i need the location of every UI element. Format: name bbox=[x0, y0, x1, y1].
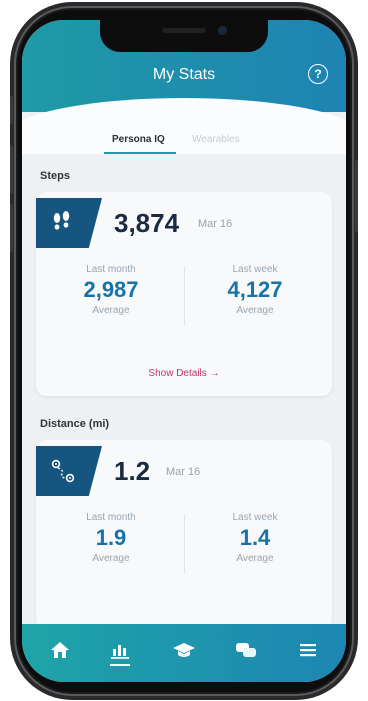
camera-dot bbox=[218, 26, 227, 35]
tab-bar: Persona IQ Wearables bbox=[22, 130, 346, 154]
side-button bbox=[10, 146, 13, 194]
distance-section-label: Distance (mi) bbox=[40, 418, 110, 430]
steps-value: 3,874 bbox=[114, 208, 180, 238]
menu-icon[interactable] bbox=[294, 638, 322, 662]
side-button bbox=[10, 204, 13, 252]
side-button bbox=[355, 160, 358, 232]
footprints-icon bbox=[53, 211, 70, 230]
steps-date: Mar 16 bbox=[198, 218, 233, 230]
avg-label: Last month bbox=[86, 264, 136, 275]
tab-persona-iq[interactable]: Persona IQ bbox=[112, 134, 165, 145]
home-icon[interactable] bbox=[46, 638, 74, 662]
distance-value: 1.2 bbox=[114, 456, 151, 486]
steps-badge bbox=[36, 198, 102, 248]
chat-icon[interactable] bbox=[232, 638, 260, 662]
phone-notch bbox=[100, 20, 268, 52]
avg-label: Last month bbox=[86, 512, 136, 523]
side-button bbox=[10, 96, 13, 124]
avg-sub: Average bbox=[92, 553, 130, 564]
avg-sub: Average bbox=[236, 305, 274, 316]
tab-wearables[interactable]: Wearables bbox=[192, 134, 240, 145]
show-details-link[interactable]: Show Details → bbox=[36, 368, 332, 379]
page-title: My Stats bbox=[152, 66, 216, 83]
avg-value: 1.4 bbox=[239, 525, 271, 550]
avg-sub: Average bbox=[92, 305, 130, 316]
route-icon bbox=[51, 459, 75, 483]
avg-value: 2,987 bbox=[83, 277, 139, 302]
distance-date: Mar 16 bbox=[166, 466, 201, 478]
distance-badge bbox=[36, 446, 102, 496]
steps-last-month: Last month 2,987 Average bbox=[56, 254, 166, 334]
avg-sub: Average bbox=[236, 553, 274, 564]
distance-card: 1.2 Mar 16 Last month 1.9 Average Last w… bbox=[36, 440, 332, 630]
active-nav-indicator bbox=[110, 664, 130, 666]
avg-divider bbox=[184, 514, 185, 574]
steps-card: 3,874 Mar 16 Last month 2,987 Average La… bbox=[36, 192, 332, 396]
bottom-nav bbox=[22, 624, 346, 682]
steps-section-label: Steps bbox=[40, 170, 70, 182]
avg-label: Last week bbox=[232, 264, 278, 275]
speaker-grill bbox=[162, 28, 206, 33]
stats-icon[interactable] bbox=[106, 638, 134, 662]
avg-value: 4,127 bbox=[227, 277, 283, 302]
help-icon[interactable]: ? bbox=[308, 64, 328, 84]
distance-last-week: Last week 1.4 Average bbox=[200, 502, 310, 582]
education-icon[interactable] bbox=[170, 638, 198, 662]
steps-last-week: Last week 4,127 Average bbox=[200, 254, 310, 334]
avg-value: 1.9 bbox=[95, 525, 127, 550]
avg-label: Last week bbox=[232, 512, 278, 523]
avg-divider bbox=[184, 266, 185, 326]
distance-last-month: Last month 1.9 Average bbox=[56, 502, 166, 582]
stats-content: Steps 3,874 Mar 16 Last month 2,987 Aver… bbox=[22, 154, 346, 630]
app-screen: My Stats ? Persona IQ Wearables Steps 3,… bbox=[22, 20, 346, 682]
